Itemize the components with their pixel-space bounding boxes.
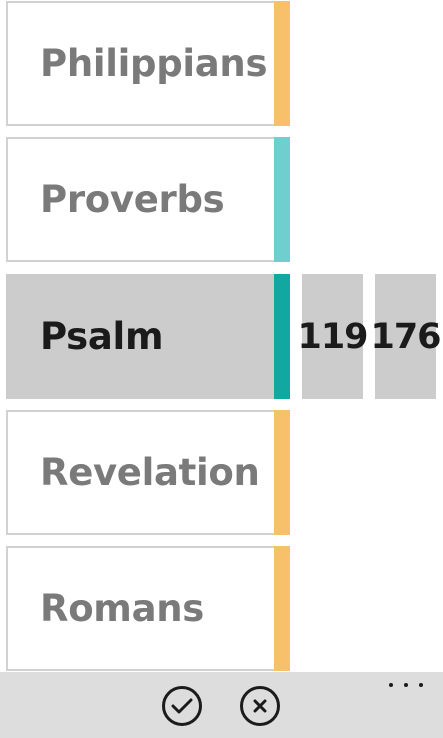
cancel-button[interactable] (240, 686, 280, 726)
chapter-tile[interactable]: 119 (297, 274, 369, 399)
book-accent-bar (274, 546, 290, 671)
check-icon (171, 698, 193, 714)
app-bar (0, 672, 443, 738)
book-accent-bar (274, 410, 290, 535)
book-label: Philippians (40, 42, 268, 85)
book-label: Psalm (40, 315, 164, 358)
book-tile-proverbs[interactable]: Proverbs (6, 137, 290, 262)
book-accent-bar (274, 274, 290, 399)
book-picker-screen: Philippians Proverbs Psalm 119 176 Revel… (0, 0, 443, 738)
book-label: Revelation (40, 451, 260, 494)
accept-button[interactable] (162, 686, 202, 726)
book-label: Romans (40, 587, 204, 630)
book-tile-revelation[interactable]: Revelation (6, 410, 290, 535)
chapter-tile[interactable]: 176 (370, 274, 442, 399)
book-tile-philippians[interactable]: Philippians (6, 1, 290, 126)
close-icon (253, 699, 267, 713)
ellipsis-icon (404, 683, 408, 687)
book-label: Proverbs (40, 178, 225, 221)
book-tile-psalm[interactable]: Psalm (6, 274, 290, 399)
more-options-button[interactable] (389, 676, 423, 694)
book-accent-bar (274, 1, 290, 126)
book-accent-bar (274, 137, 290, 262)
book-tile-romans[interactable]: Romans (6, 546, 290, 671)
ellipsis-icon (389, 683, 393, 687)
ellipsis-icon (419, 683, 423, 687)
